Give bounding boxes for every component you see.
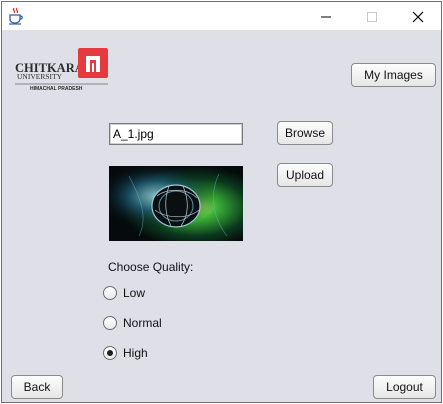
radio-low[interactable] bbox=[103, 286, 117, 300]
app-window: CHITKARA UNIVERSITY HIMACHAL PRADESH My … bbox=[1, 1, 442, 403]
file-name-input[interactable] bbox=[109, 123, 243, 145]
quality-heading: Choose Quality: bbox=[108, 260, 194, 274]
radio-normal-label: Normal bbox=[123, 316, 162, 330]
close-button[interactable] bbox=[395, 2, 441, 30]
logo-campus: HIMACHAL PRADESH bbox=[30, 86, 83, 92]
radio-normal[interactable] bbox=[103, 316, 117, 330]
minimize-icon bbox=[321, 16, 331, 18]
radio-low-label: Low bbox=[123, 286, 146, 300]
close-icon bbox=[412, 11, 424, 23]
logout-button[interactable]: Logout bbox=[373, 375, 436, 399]
browse-button[interactable]: Browse bbox=[277, 121, 333, 145]
back-button[interactable]: Back bbox=[11, 375, 63, 399]
university-logo: CHITKARA UNIVERSITY HIMACHAL PRADESH bbox=[15, 48, 108, 92]
radio-high-label: High bbox=[123, 346, 148, 360]
title-bar[interactable] bbox=[2, 2, 441, 30]
java-cup-icon bbox=[8, 7, 24, 25]
radio-high[interactable] bbox=[103, 346, 117, 360]
minimize-button[interactable] bbox=[303, 2, 349, 30]
maximize-icon bbox=[367, 12, 377, 22]
radio-selected-dot bbox=[107, 350, 113, 356]
logo-subname: UNIVERSITY bbox=[17, 72, 63, 81]
image-preview bbox=[109, 166, 243, 241]
upload-button[interactable]: Upload bbox=[277, 163, 333, 187]
my-images-button[interactable]: My Images bbox=[351, 63, 436, 87]
maximize-button[interactable] bbox=[349, 2, 395, 30]
